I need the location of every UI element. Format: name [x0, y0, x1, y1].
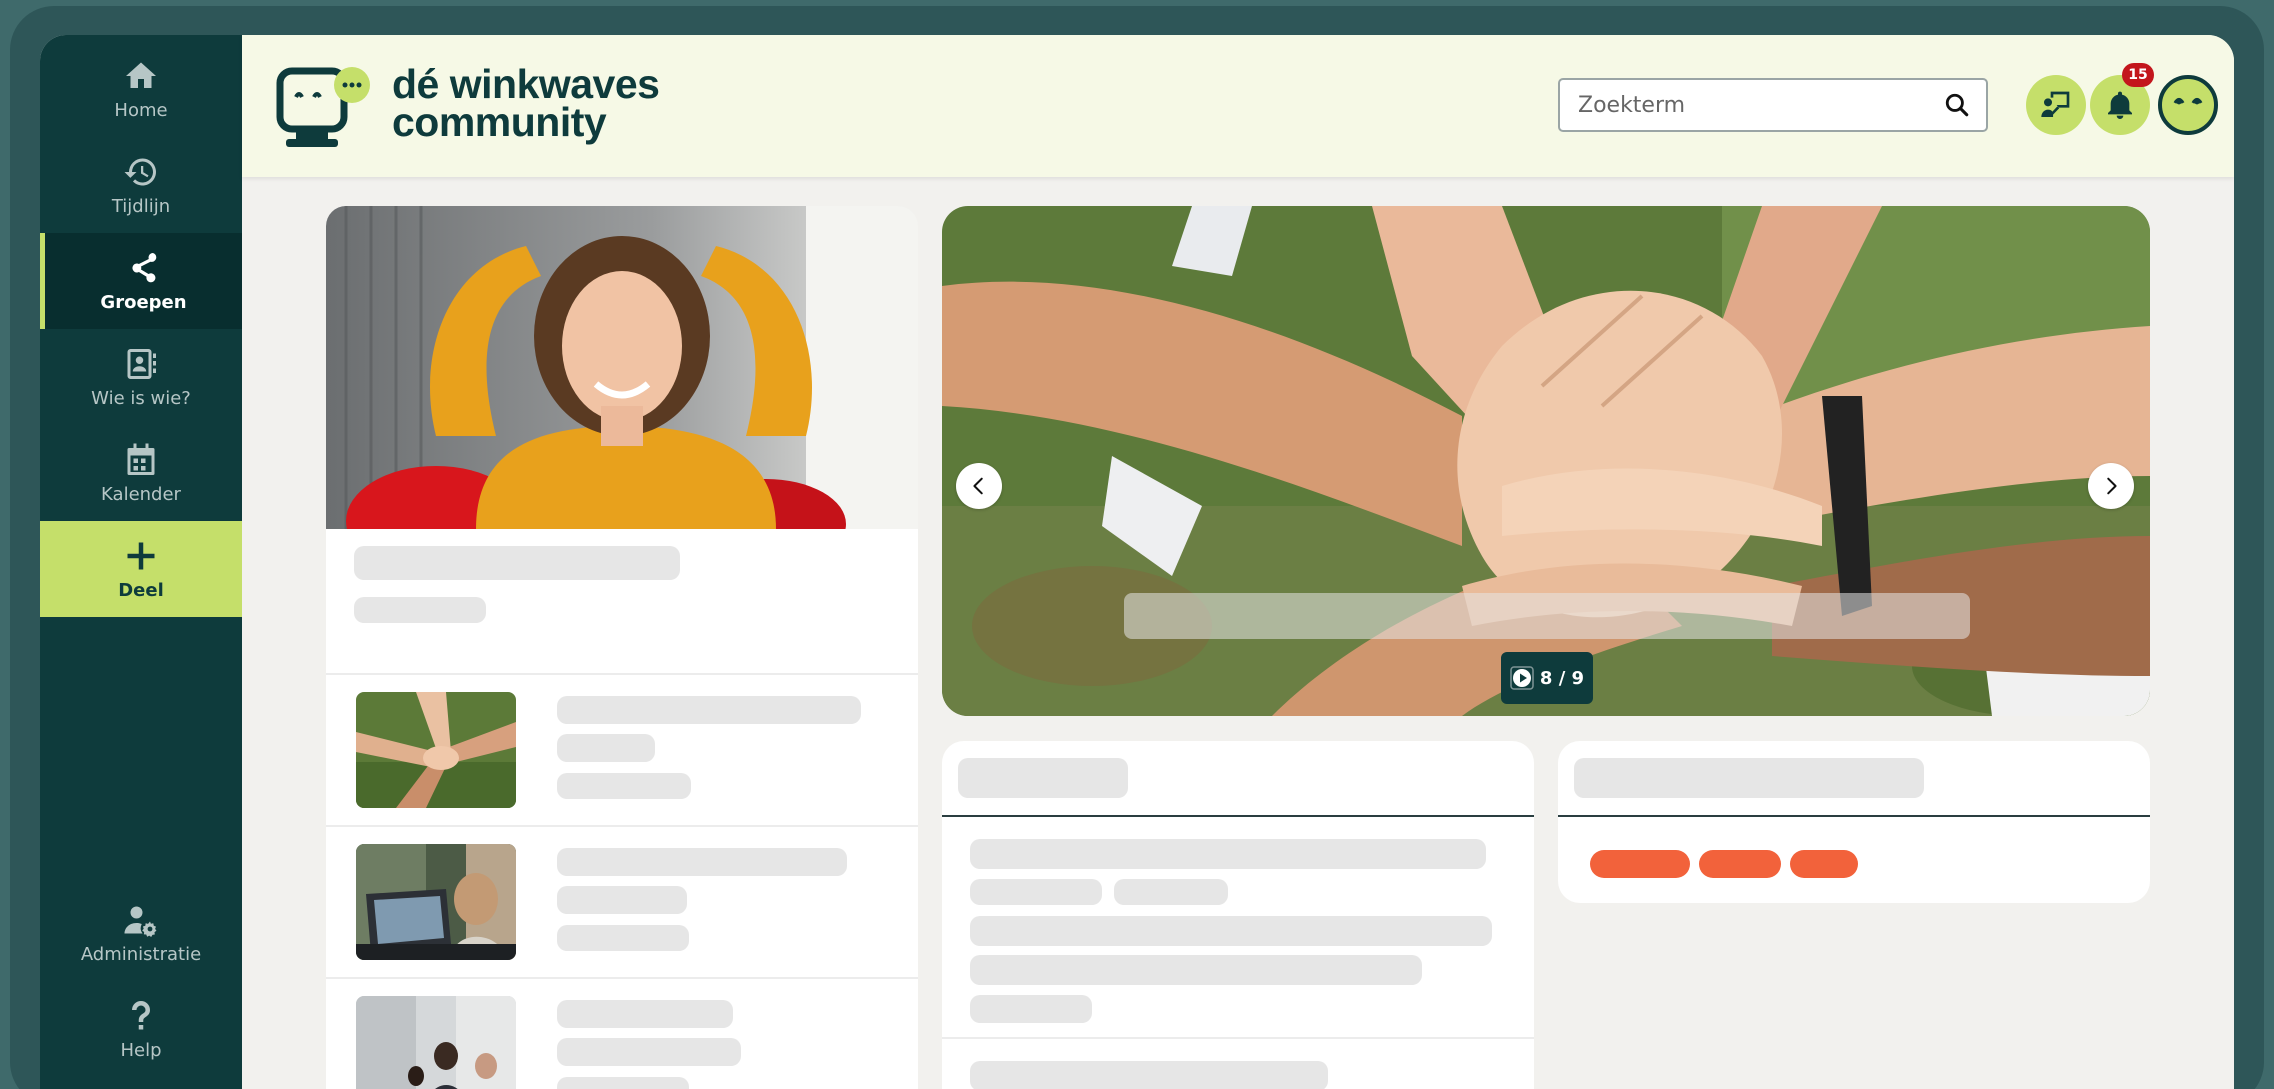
groups-icon	[131, 252, 156, 282]
sidebar-item-kalender[interactable]: Kalender	[40, 425, 242, 521]
list-item-title-placeholder	[557, 696, 861, 724]
search-icon[interactable]	[1944, 92, 1970, 118]
carousel-counter[interactable]: 8 / 9	[1501, 652, 1593, 704]
card-tag-placeholder	[1114, 879, 1228, 905]
app-screen: Home Tijdlijn Groepen Wie is wie? Kalend…	[40, 35, 2234, 1089]
question-icon	[132, 1000, 150, 1029]
card-line-placeholder	[970, 1061, 1328, 1089]
content-card	[942, 741, 1534, 1089]
photo-carousel: 8 / 9	[942, 206, 2150, 716]
search-box	[1558, 78, 1988, 132]
sidebar-item-label: Administratie	[80, 943, 202, 965]
tags-card	[1558, 741, 2150, 903]
sidebar-item-home[interactable]: Home	[40, 41, 242, 137]
tag-pill[interactable]	[1790, 850, 1858, 878]
list-divider	[326, 825, 918, 827]
sidebar-item-label: Wie is wie?	[91, 387, 191, 409]
post-meta-placeholder	[354, 597, 486, 623]
sidebar-item-wie-is-wie[interactable]: Wie is wie?	[40, 329, 242, 425]
sidebar-item-label: Tijdlijn	[111, 195, 171, 217]
list-divider	[326, 673, 918, 675]
card-header-rule	[1558, 815, 2150, 817]
sidebar-item-tijdlijn[interactable]: Tijdlijn	[40, 137, 242, 233]
list-divider	[326, 977, 918, 979]
sidebar-item-help[interactable]: Help	[40, 981, 242, 1077]
notification-count-badge: 15	[2122, 63, 2154, 87]
list-item-meta-placeholder	[557, 1077, 689, 1089]
list-item-subtitle-placeholder	[557, 734, 655, 762]
plus-icon	[127, 542, 155, 569]
brand-line-2: community	[392, 99, 607, 145]
brand-line-1: dé winkwaves	[392, 61, 660, 107]
chevron-right-icon	[2107, 477, 2117, 495]
sidebar-item-label: Help	[120, 1039, 162, 1061]
user-cog-icon	[124, 906, 157, 937]
sidebar: Home Tijdlijn Groepen Wie is wie? Kalend…	[40, 35, 242, 1089]
tag-pill[interactable]	[1699, 850, 1781, 878]
card-title-placeholder	[1574, 758, 1924, 798]
featured-photo-woman[interactable]	[326, 206, 918, 529]
list-item-thumbnail-laptop[interactable]	[356, 844, 516, 960]
list-item-meta-placeholder	[557, 773, 691, 799]
carousel-next-button[interactable]	[2088, 463, 2134, 509]
card-line-placeholder	[970, 916, 1492, 946]
card-line-placeholder	[970, 839, 1486, 869]
list-item-thumbnail-meeting[interactable]	[356, 996, 516, 1089]
carousel-counter-text: 8 / 9	[1539, 667, 1585, 689]
bell-icon	[2108, 91, 2132, 119]
sidebar-item-label: Groepen	[100, 291, 187, 313]
search-input[interactable]	[1560, 80, 1920, 130]
brand-name: dé winkwaves community	[392, 61, 660, 145]
card-meta-placeholder	[970, 995, 1092, 1023]
chevron-left-icon	[973, 477, 983, 495]
card-tag-placeholder	[970, 879, 1102, 905]
featured-post-column	[326, 206, 918, 1089]
list-item-subtitle-placeholder	[557, 1038, 741, 1066]
list-item-subtitle-placeholder	[557, 886, 687, 914]
card-line-placeholder	[970, 955, 1422, 985]
list-item-title-placeholder	[557, 1000, 733, 1028]
list-item-thumbnail-hands[interactable]	[356, 692, 516, 808]
carousel-prev-button[interactable]	[956, 463, 1002, 509]
sidebar-item-groepen[interactable]: Groepen	[40, 233, 242, 329]
card-header-rule	[942, 815, 1534, 817]
sidebar-item-administratie[interactable]: Administratie	[40, 885, 242, 981]
sidebar-item-label: Deel	[118, 579, 164, 601]
winkwaves-logo	[276, 67, 370, 147]
card-divider	[942, 1037, 1534, 1039]
presentation-button[interactable]	[2026, 75, 2086, 135]
contacts-icon	[127, 348, 156, 379]
presentation-icon	[2041, 91, 2070, 117]
sidebar-item-label: Kalender	[101, 483, 181, 505]
card-title-placeholder	[958, 758, 1128, 798]
sidebar-item-label: Home	[114, 99, 168, 121]
calendar-icon	[127, 443, 155, 475]
user-avatar[interactable]	[2158, 75, 2218, 135]
avatar-face-icon	[2173, 97, 2203, 105]
home-icon	[126, 62, 156, 88]
sidebar-item-deel[interactable]: Deel	[40, 521, 242, 617]
post-title-placeholder	[354, 546, 680, 580]
list-item-meta-placeholder	[557, 925, 689, 951]
carousel-caption-placeholder	[1124, 593, 1970, 639]
carousel-photo-hands	[942, 206, 2150, 716]
tag-pill[interactable]	[1590, 850, 1690, 878]
top-header: dé winkwaves community 15	[242, 35, 2234, 177]
history-icon	[124, 158, 156, 185]
play-icon	[1510, 666, 1534, 690]
list-item-title-placeholder	[557, 848, 847, 876]
